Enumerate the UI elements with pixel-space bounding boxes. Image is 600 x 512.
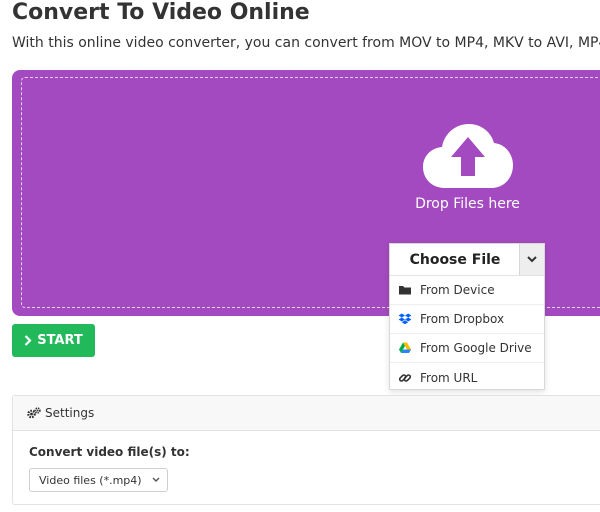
menu-item-from-dropbox[interactable]: From Dropbox	[390, 305, 544, 334]
drop-files-label: Drop Files here	[415, 196, 520, 212]
folder-icon	[399, 286, 411, 295]
menu-item-from-google-drive[interactable]: From Google Drive	[390, 334, 544, 363]
chevron-down-icon	[527, 256, 537, 263]
chevron-down-icon	[152, 477, 160, 482]
settings-header[interactable]: Settings	[13, 396, 600, 431]
menu-item-label: From Google Drive	[420, 341, 532, 355]
gears-icon	[27, 407, 41, 419]
page: Convert To Video Online With this online…	[0, 0, 600, 512]
choose-file-header: Choose File	[390, 244, 544, 276]
settings-title: Settings	[45, 406, 95, 420]
settings-panel: Settings Convert video file(s) to: Video…	[12, 395, 600, 505]
start-button-label: START	[37, 333, 83, 348]
chevron-right-icon	[24, 335, 32, 346]
menu-item-label: From Dropbox	[420, 312, 505, 326]
google-drive-icon	[399, 342, 411, 353]
page-subtitle: With this online video converter, you ca…	[12, 35, 600, 51]
cloud-upload-icon	[423, 124, 513, 188]
choose-file-button[interactable]: Choose File	[390, 244, 520, 276]
page-title: Convert To Video Online	[12, 0, 310, 25]
menu-item-from-url[interactable]: From URL	[390, 363, 544, 392]
output-format-value: Video files (*.mp4)	[39, 473, 142, 487]
convert-to-label: Convert video file(s) to:	[29, 445, 190, 459]
choose-file-dropdown: Choose File From Device From Dropbox Fro…	[389, 243, 545, 390]
menu-item-label: From Device	[420, 283, 495, 297]
dropbox-icon	[398, 313, 412, 325]
link-icon	[398, 373, 412, 382]
output-format-select[interactable]: Video files (*.mp4)	[29, 468, 168, 492]
menu-item-from-device[interactable]: From Device	[390, 276, 544, 305]
start-button[interactable]: START	[12, 324, 95, 357]
choose-file-toggle[interactable]	[519, 244, 544, 275]
menu-item-label: From URL	[420, 370, 478, 385]
